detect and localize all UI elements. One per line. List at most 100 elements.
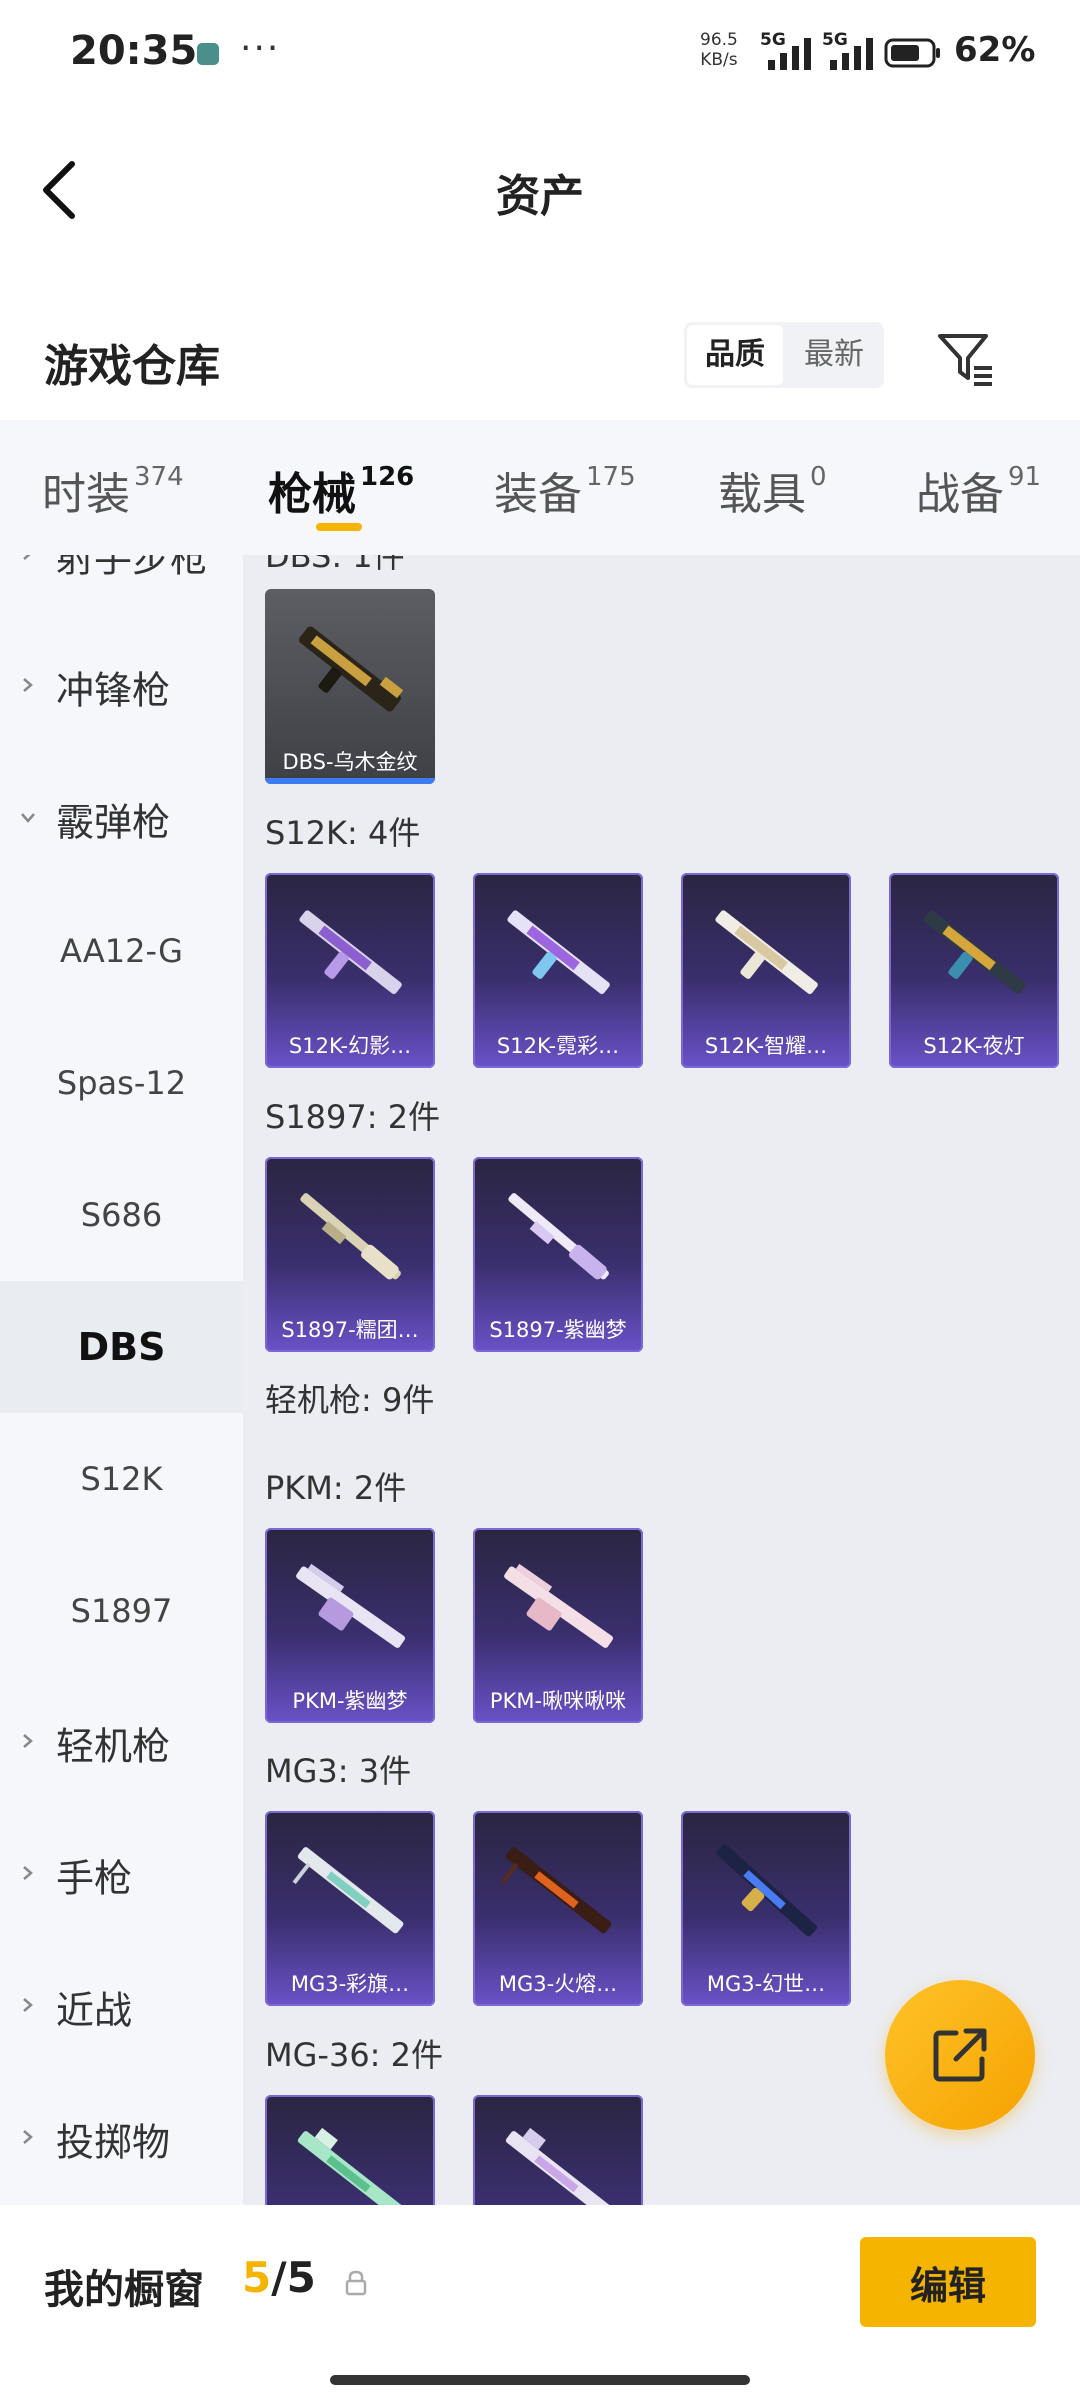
sidebar-item-label: 手枪 xyxy=(56,1856,133,1901)
weapon-image xyxy=(300,1193,401,1280)
sidebar-sub-s12k[interactable]: S12K xyxy=(0,1413,243,1545)
weapon-grid: DBS: 1件 DBS-乌木金纹 S12K: 4件 S12K-幻影… S12K-… xyxy=(243,555,1080,2205)
tab-firearms[interactable]: 枪械 126 xyxy=(268,458,414,522)
sidebar-sub-s1897[interactable]: S1897 xyxy=(0,1545,243,1677)
sidebar-sub-aa12g[interactable]: AA12-G xyxy=(0,885,243,1017)
status-bar: 20:35 ··· 96.5 KB/s 5G 5G 62% xyxy=(0,0,1080,110)
network-speed: 96.5 KB/s xyxy=(700,30,738,70)
weapon-card[interactable]: PKM-紫幽梦 xyxy=(265,1528,435,1723)
sidebar-item-shotgun[interactable]: 霰弹枪 xyxy=(0,753,243,885)
tab-count: 126 xyxy=(360,462,415,492)
signal-icon xyxy=(768,38,811,70)
weapon-card[interactable]: S12K-夜灯 xyxy=(889,873,1059,1068)
lock-icon xyxy=(345,2270,367,2296)
group-label: S1897: 2件 xyxy=(265,1098,441,1136)
sort-newest-button[interactable]: 最新 xyxy=(786,325,882,385)
showcase-max: 5 xyxy=(286,2253,316,2302)
top-header: 资产 xyxy=(0,110,1080,270)
sidebar-item-throwable[interactable]: 投掷物 xyxy=(0,2073,243,2205)
tab-count: 175 xyxy=(586,462,636,492)
tab-fashion[interactable]: 时装 374 xyxy=(42,458,184,522)
filter-icon xyxy=(938,334,992,386)
weapon-card[interactable]: MG3-彩旗… xyxy=(265,1811,435,2006)
weapon-card[interactable]: PKM-啾咪啾咪 xyxy=(473,1528,643,1723)
filter-button[interactable] xyxy=(930,322,1000,392)
group-label-dbs: DBS: 1件 xyxy=(265,555,405,575)
tab-vehicles[interactable]: 载具 0 xyxy=(718,458,827,522)
sidebar-item-label: AA12-G xyxy=(60,932,183,970)
weapon-card[interactable]: MG3-火熔… xyxy=(473,1811,643,2006)
weapon-card[interactable]: MG3-幻世… xyxy=(681,1811,851,2006)
showcase-bottom-bar: 我的橱窗 5/5 编辑 xyxy=(0,2205,1080,2400)
weapon-card[interactable]: S12K-霓彩… xyxy=(473,873,643,1068)
sidebar-item-melee[interactable]: 近战 xyxy=(0,1941,243,2073)
sidebar-item-smg[interactable]: 冲锋枪 xyxy=(0,621,243,753)
tab-supplies[interactable]: 战备 91 xyxy=(916,458,1041,522)
sidebar-item-marksman-rifle[interactable]: 射手步枪 xyxy=(0,555,243,621)
group-label: 轻机枪: 9件 xyxy=(265,1381,435,1419)
weapon-name: PKM-啾咪啾咪 xyxy=(489,1689,627,1713)
more-notifications-icon: ··· xyxy=(240,28,281,69)
weapon-image xyxy=(508,1193,609,1280)
group-label: S12K: 4件 xyxy=(265,814,421,852)
weapon-image xyxy=(296,1563,406,1648)
weapon-image xyxy=(500,1847,612,1934)
sidebar-item-label: 射手步枪 xyxy=(56,555,209,581)
sidebar-item-label: 霰弹枪 xyxy=(56,800,171,845)
sidebar-item-label: S686 xyxy=(80,1196,163,1234)
weapon-name: S1897-紫幽梦 xyxy=(489,1318,627,1342)
weapon-card[interactable] xyxy=(473,2095,643,2205)
weapon-name: MG3-彩旗… xyxy=(290,1972,410,1996)
weapon-image xyxy=(298,626,404,712)
weapon-card[interactable]: S1897-紫幽梦 xyxy=(473,1157,643,1352)
weapon-name: S1897-糯团… xyxy=(281,1318,419,1342)
tab-label: 装备 xyxy=(494,469,582,520)
edit-button[interactable]: 编辑 xyxy=(860,2237,1036,2327)
chevron-right-icon xyxy=(23,1866,33,1880)
weapon-card[interactable]: S12K-幻影… xyxy=(265,873,435,1068)
tab-count: 0 xyxy=(810,462,827,492)
sidebar-sub-spas12[interactable]: Spas-12 xyxy=(0,1017,243,1149)
weapon-image xyxy=(292,1847,404,1934)
group-label: PKM: 2件 xyxy=(265,1469,407,1507)
weapon-category-sidebar: 射手步枪 冲锋枪 霰弹枪 AA12-G Spas-12 S686 DBS S12… xyxy=(0,555,243,2205)
chevron-right-icon xyxy=(23,555,31,560)
sort-quality-button[interactable]: 品质 xyxy=(687,325,783,385)
chevron-right-icon xyxy=(23,1734,33,1748)
chevron-right-icon xyxy=(23,678,33,692)
weapon-name: PKM-紫幽梦 xyxy=(292,1689,408,1713)
weapon-name: S12K-智耀… xyxy=(704,1034,828,1058)
sort-toggle: 品质 最新 xyxy=(684,322,884,388)
weapon-image xyxy=(715,910,818,995)
app-notification-icon xyxy=(197,43,219,65)
active-tab-indicator xyxy=(316,523,362,531)
sidebar-item-label: S12K xyxy=(80,1460,163,1498)
sidebar-sub-s686[interactable]: S686 xyxy=(0,1149,243,1281)
share-fab-button[interactable] xyxy=(885,1980,1035,2130)
chevron-right-icon xyxy=(23,2130,33,2144)
sidebar-item-lmg[interactable]: 轻机枪 xyxy=(0,1677,243,1809)
weapon-card[interactable]: S12K-智耀… xyxy=(681,873,851,1068)
weapon-card[interactable] xyxy=(265,2095,435,2205)
sidebar-item-label: S1897 xyxy=(70,1592,173,1630)
tab-label: 枪械 xyxy=(268,469,356,520)
weapon-name: S12K-幻影… xyxy=(288,1034,412,1058)
signal-icon-2 xyxy=(830,38,873,70)
warehouse-row: 游戏仓库 品质 最新 xyxy=(0,300,1080,420)
sidebar-item-label: 轻机枪 xyxy=(56,1724,171,1769)
showcase-current: 5 xyxy=(242,2253,272,2302)
tab-equipment[interactable]: 装备 175 xyxy=(494,458,636,522)
tab-count: 374 xyxy=(134,462,184,492)
weapon-card[interactable]: DBS-乌木金纹 xyxy=(265,589,435,784)
rarity-bar xyxy=(265,778,435,784)
sidebar-item-pistol[interactable]: 手枪 xyxy=(0,1809,243,1941)
page-title: 资产 xyxy=(496,171,584,222)
network-speed-value: 96.5 xyxy=(700,30,738,50)
weapon-card[interactable]: S1897-糯团… xyxy=(265,1157,435,1352)
chevron-down-icon xyxy=(21,813,35,823)
tab-label: 战备 xyxy=(916,469,1004,520)
weapon-image xyxy=(297,2127,404,2205)
tab-count: 91 xyxy=(1008,462,1042,492)
sidebar-sub-dbs[interactable]: DBS xyxy=(0,1281,243,1413)
home-indicator[interactable] xyxy=(330,2375,750,2385)
